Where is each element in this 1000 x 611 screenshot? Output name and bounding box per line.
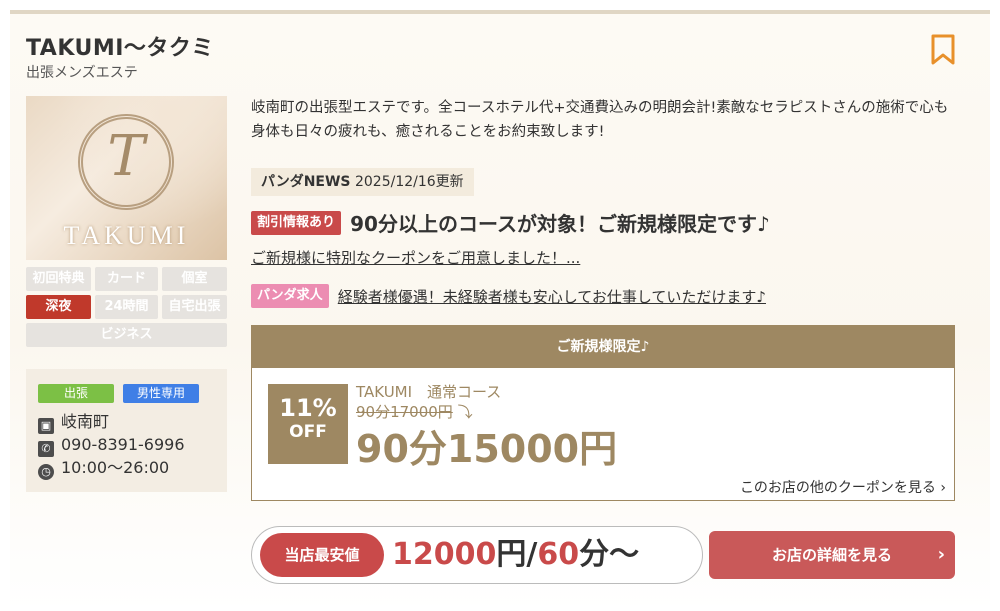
coupon-box[interactable]: ご新規様限定♪ 11% OFF TAKUMI 通常コース 90分17000円 ⤵… xyxy=(251,325,955,501)
hours-text: 10:00〜26:00 xyxy=(61,458,170,477)
phone-row[interactable]: ✆ 090-8391-6996 xyxy=(38,434,185,457)
area-row: ▣ 岐南町 xyxy=(38,411,110,434)
discount-percent: 11% xyxy=(279,394,337,422)
discount-link[interactable]: ご新規様に特別なクーポンをご用意しました！... xyxy=(251,247,580,268)
shop-thumbnail[interactable]: T TAKUMI xyxy=(26,96,227,260)
tag-business: ビジネス xyxy=(26,323,227,347)
coupon-header: ご新規様限定♪ xyxy=(252,326,954,368)
tag-card: カード xyxy=(95,267,158,291)
shop-info-box: 出張 男性専用 ▣ 岐南町 ✆ 090-8391-6996 ◷ 10:00〜26:00 xyxy=(26,369,227,492)
discount-headline: 90分以上のコースが対象！ご新規様限定です♪ xyxy=(350,212,770,236)
job-link[interactable]: 経験者様優遇！未経験者様も安心してお仕事していただけます♪ xyxy=(338,286,766,307)
clock-icon: ◷ xyxy=(38,464,54,480)
tag-first-visit: 初回特典 xyxy=(26,267,91,291)
phone-text[interactable]: 090-8391-6996 xyxy=(61,435,185,454)
logo-initial: T xyxy=(107,124,145,189)
lowest-price-label: 当店最安値 xyxy=(260,533,384,577)
lowest-price-yen: 円/ xyxy=(496,537,538,572)
news-label: パンダNEWS xyxy=(261,174,351,190)
shop-category: 出張メンズエステ xyxy=(26,65,138,81)
lowest-price-box: 当店最安値 12000円/60分〜 xyxy=(251,526,703,584)
phone-icon: ✆ xyxy=(38,441,54,457)
tag-late-night: 深夜 xyxy=(26,295,91,319)
shop-description: 岐南町の出張型エステです。全コースホテル代+交通費込みの明朗会計!素敵なセラピス… xyxy=(251,100,949,140)
chevron-right-icon: › xyxy=(937,544,945,565)
discount-off: OFF xyxy=(289,422,327,442)
more-coupons-label[interactable]: このお店の他のクーポンを見る xyxy=(740,480,936,496)
shop-detail-label[interactable]: お店の詳細を見る xyxy=(772,546,892,564)
logo-text: TAKUMI xyxy=(63,221,190,250)
chevron-right-icon: › xyxy=(940,480,946,496)
shop-name[interactable]: TAKUMI〜タクミ xyxy=(26,30,214,62)
bookmark-icon[interactable] xyxy=(930,34,956,66)
discount-label: 割引情報あり xyxy=(251,210,342,235)
badge-service-type: 出張 xyxy=(38,384,114,403)
shop-detail-button[interactable]: お店の詳細を見る › xyxy=(709,531,955,579)
coupon-course-name: TAKUMI 通常コース xyxy=(356,383,502,401)
tag-home-visit: 自宅出張 xyxy=(162,295,227,319)
job-label: パンダ求人 xyxy=(251,284,329,308)
lowest-price-suffix: 分〜 xyxy=(579,537,640,572)
job-row: パンダ求人 経験者様優遇！未経験者様も安心してお仕事していただけます♪ xyxy=(251,284,766,310)
news-date: 2025/12/16更新 xyxy=(354,174,464,190)
tag-private-room: 個室 xyxy=(162,267,227,291)
news-banner: パンダNEWS 2025/12/16更新 xyxy=(251,168,474,196)
more-coupons-link[interactable]: このお店の他のクーポンを見る › xyxy=(740,477,946,497)
tag-24hours: 24時間 xyxy=(95,295,158,319)
new-price: 90分15000円 xyxy=(356,427,618,471)
lowest-price-minutes: 60 xyxy=(537,537,580,572)
discount-row: 割引情報あり 90分以上のコースが対象！ご新規様限定です♪ xyxy=(251,208,770,236)
lowest-price-value: 12000円/60分〜 xyxy=(392,533,639,577)
badge-male-only: 男性専用 xyxy=(123,384,199,403)
lowest-price-amount: 12000 xyxy=(392,537,497,572)
area-text: 岐南町 xyxy=(61,412,110,431)
train-icon: ▣ xyxy=(38,418,54,434)
hours-row: ◷ 10:00〜26:00 xyxy=(38,457,170,480)
discount-percent-badge: 11% OFF xyxy=(268,384,348,464)
